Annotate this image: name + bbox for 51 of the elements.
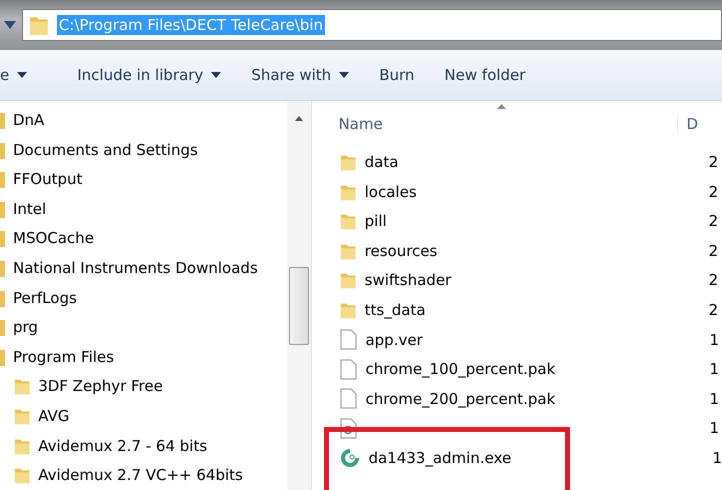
- nav-item[interactable]: MSOCache: [0, 224, 288, 254]
- file-name[interactable]: swiftshader: [364, 271, 701, 290]
- nav-item[interactable]: AVG: [0, 401, 288, 431]
- nav-item[interactable]: 3DF Zephyr Free: [0, 372, 288, 402]
- date-cell: 1: [709, 419, 719, 438]
- date-cell: 2: [708, 242, 718, 260]
- dropdown-arrow-icon[interactable]: [4, 20, 16, 29]
- toolbar-button[interactable]: Share with: [251, 62, 350, 88]
- nav-item[interactable]: prg: [0, 312, 288, 342]
- toolbar-button[interactable]: New folder: [444, 62, 526, 88]
- file-name[interactable]: resources: [364, 242, 701, 260]
- date-cell: 1: [709, 360, 719, 378]
- nav-item[interactable]: Intel: [0, 194, 288, 224]
- column-header[interactable]: D: [677, 115, 698, 134]
- file-name[interactable]: chrome_200_percent.pak: [365, 390, 702, 408]
- nav-item[interactable]: National Instruments Downloads: [0, 253, 288, 283]
- file-name[interactable]: chrome_100_percent.pak: [365, 360, 702, 378]
- nav-item[interactable]: DnA: [0, 105, 288, 135]
- nav-item[interactable]: FFOutput: [0, 164, 288, 194]
- address-path: C:\Program Files\DECT TeleCare\bin: [56, 14, 326, 35]
- date-cell: 2: [708, 271, 718, 290]
- file-icon: [340, 329, 358, 350]
- toolbar-button[interactable]: e: [0, 62, 28, 88]
- scroll-up-icon[interactable]: [295, 116, 304, 122]
- file-name[interactable]: tts_data: [364, 301, 701, 320]
- file-name[interactable]: pill: [364, 212, 701, 230]
- file-name[interactable]: app.ver: [365, 330, 702, 349]
- date-cell: 2: [708, 153, 718, 172]
- date-cell: 1: [709, 390, 719, 408]
- scrollbar-thumb[interactable]: [289, 267, 310, 346]
- date-cell: 1: [709, 330, 719, 349]
- scrollbar[interactable]: [287, 101, 312, 490]
- nav-item[interactable]: Program Files: [0, 342, 288, 372]
- file-icon: [340, 358, 358, 380]
- date-cell: 2: [708, 182, 718, 201]
- nav-item[interactable]: Avidemux 2.7 - 64 bits: [0, 430, 288, 460]
- file-icon: [340, 388, 358, 410]
- app-icon: [340, 448, 360, 468]
- date-cell: 2: [708, 212, 718, 230]
- date-cell: 2: [708, 301, 718, 320]
- file-name[interactable]: data: [364, 153, 701, 172]
- sort-arrow-icon: [497, 104, 506, 110]
- nav-item[interactable]: Documents and Settings: [0, 134, 288, 164]
- nav-item[interactable]: PerfLogs: [0, 282, 288, 312]
- toolbar-button[interactable]: Include in library: [77, 62, 222, 88]
- toolbar-button[interactable]: Burn: [379, 62, 414, 88]
- file-name[interactable]: da1433_admin.exe: [368, 449, 704, 468]
- date-cell: 1: [712, 449, 722, 468]
- file-name[interactable]: locales: [364, 182, 701, 201]
- nav-item[interactable]: Avidemux 2.7 VC++ 64bits: [0, 460, 288, 490]
- column-header[interactable]: Name: [338, 115, 678, 134]
